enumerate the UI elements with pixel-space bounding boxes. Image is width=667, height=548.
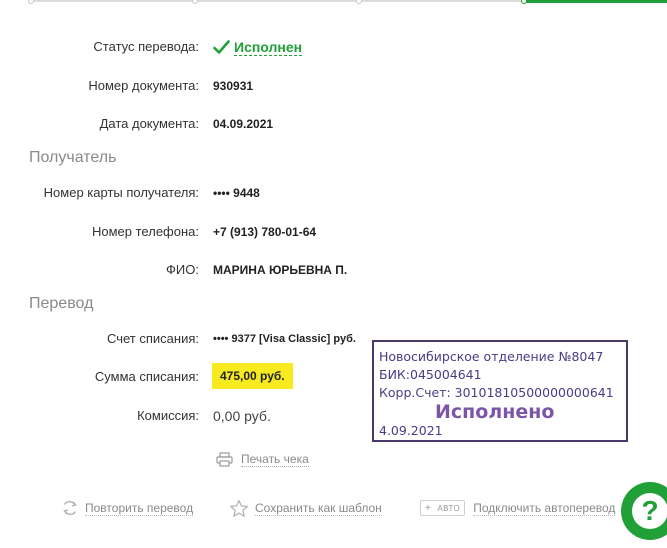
status-row: Статус перевода: Исполнен xyxy=(0,36,667,58)
progress-step-4 xyxy=(521,0,527,4)
doc-number-value: 930931 xyxy=(213,79,254,93)
auto-badge: + АВТО xyxy=(420,500,466,516)
stamp-corr-account: Корр.Счет: 30101810500000000641 xyxy=(379,385,614,400)
recipient-phone-row: Номер телефона: +7 (913) 780-01-64 xyxy=(0,221,667,243)
doc-date-value: 04.09.2021 xyxy=(213,117,274,131)
auto-badge-plus: + xyxy=(425,502,432,514)
save-template-label: Сохранить как шаблон xyxy=(255,500,382,516)
progress-step-2 xyxy=(192,0,198,4)
actions-bar: Повторить перевод Сохранить как шаблон +… xyxy=(0,498,667,518)
doc-number-label: Номер документа: xyxy=(88,78,199,93)
status-value[interactable]: Исполнен xyxy=(213,36,303,58)
check-icon xyxy=(213,39,230,54)
star-icon xyxy=(230,499,248,517)
repeat-icon xyxy=(63,500,77,516)
recipient-name-value: МАРИНА ЮРЬЕВНА П. xyxy=(213,263,348,277)
recipient-section-title: Получатель xyxy=(29,149,117,166)
fee-label: Комиссия: xyxy=(137,408,199,423)
stamp-bik: БИК:045004641 xyxy=(379,367,482,382)
autopay-label: Подключить автоперевод xyxy=(473,500,616,516)
doc-number-row: Номер документа: 930931 xyxy=(0,75,667,97)
progress-step-3 xyxy=(356,0,362,4)
print-receipt-link[interactable]: Печать чека xyxy=(216,450,309,468)
autopay-button[interactable]: + АВТО Подключить автоперевод xyxy=(420,498,616,518)
progress-step-1 xyxy=(28,0,34,4)
account-label: Счет списания: xyxy=(106,331,199,346)
amount-label: Сумма списания: xyxy=(94,369,199,384)
recipient-card-value: •••• 9448 xyxy=(213,186,260,200)
fee-value: 0,00 руб. xyxy=(213,408,271,424)
recipient-phone-value: +7 (913) 780-01-64 xyxy=(213,225,317,239)
recipient-phone-label: Номер телефона: xyxy=(92,224,199,239)
progress-done xyxy=(525,0,667,3)
stamp-status: Исполнено xyxy=(435,401,555,423)
amount-value: 475,00 руб. xyxy=(212,363,293,389)
transfer-section-title: Перевод xyxy=(29,295,94,312)
bank-stamp: Новосибирское отделение №8047 БИК:045004… xyxy=(372,340,628,442)
question-icon: ? xyxy=(632,493,667,529)
printer-icon xyxy=(216,451,233,467)
account-value: •••• 9377 [Visa Classic] руб. xyxy=(213,333,356,345)
repeat-transfer-label: Повторить перевод xyxy=(85,500,194,516)
recipient-name-label: ФИО: xyxy=(166,262,199,277)
doc-date-label: Дата документа: xyxy=(99,116,199,131)
save-template-button[interactable]: Сохранить как шаблон xyxy=(229,498,382,518)
stamp-date: 4.09.2021 xyxy=(379,423,443,438)
status-text: Исполнен xyxy=(234,38,303,56)
help-button[interactable]: ? xyxy=(621,482,667,540)
status-label: Статус перевода: xyxy=(93,39,199,54)
auto-badge-text: АВТО xyxy=(437,503,461,513)
recipient-card-label: Номер карты получателя: xyxy=(43,185,199,200)
stamp-branch: Новосибирское отделение №8047 xyxy=(379,349,604,364)
recipient-name-row: ФИО: МАРИНА ЮРЬЕВНА П. xyxy=(0,259,667,281)
recipient-card-row: Номер карты получателя: •••• 9448 xyxy=(0,182,667,204)
progress-steps xyxy=(28,0,667,6)
print-receipt-label: Печать чека xyxy=(241,451,309,467)
repeat-transfer-button[interactable]: Повторить перевод xyxy=(61,498,194,518)
doc-date-row: Дата документа: 04.09.2021 xyxy=(0,113,667,135)
